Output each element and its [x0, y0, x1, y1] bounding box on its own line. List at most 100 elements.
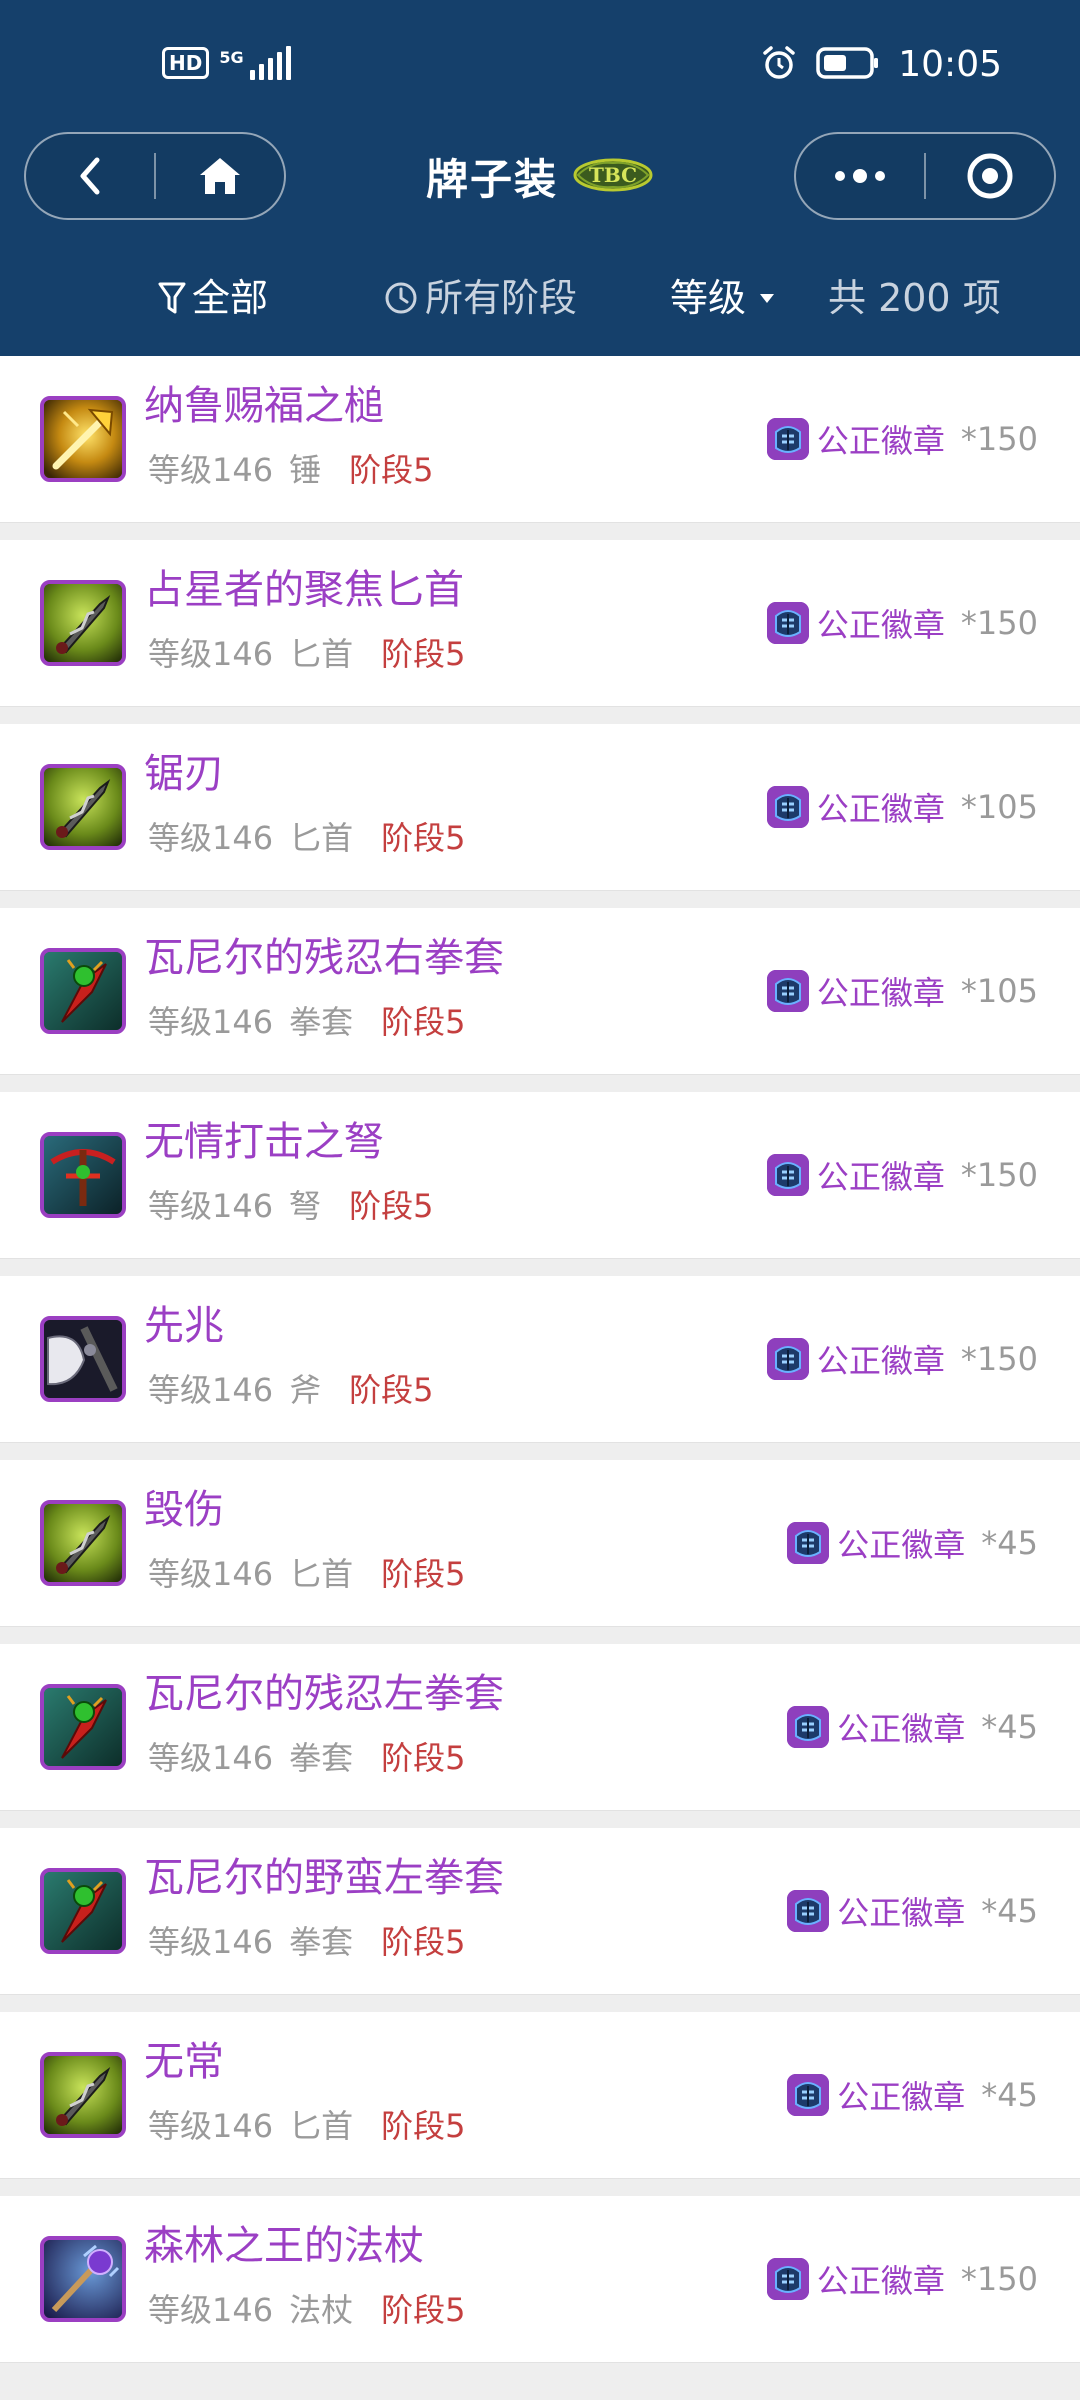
item-type: 拳套 [289, 1923, 354, 1961]
item-cost: 公正徽章 *45 [787, 1520, 1038, 1566]
item-cost: 公正徽章 *45 [787, 1888, 1038, 1934]
item-cost: 公正徽章 *150 [766, 2256, 1038, 2302]
list-item[interactable]: 纳鲁赐福之槌 等级146 锤阶段5 公正徽章 *150 [0, 356, 1080, 523]
sort-level-button[interactable]: 等级 [670, 262, 775, 334]
fist-weapon-icon [40, 1868, 126, 1954]
item-cost: 公正徽章 *150 [766, 600, 1038, 646]
item-level: 等级146 [148, 1923, 274, 1961]
item-stage: 阶段5 [349, 1371, 434, 1409]
item-list: 纳鲁赐福之槌 等级146 锤阶段5 公正徽章 *150 占星者的聚焦匕首 等级146 匕首 阶段… [0, 356, 1080, 2380]
currency-quantity: *150 [960, 2260, 1038, 2298]
item-stage: 阶段5 [349, 451, 434, 489]
list-item[interactable]: 占星者的聚焦匕首 等级146 匕首 阶段5 公正徽章 *150 [0, 540, 1080, 707]
item-stage: 阶段5 [381, 1923, 466, 1961]
signal-bars-icon [249, 46, 291, 80]
item-meta: 等级146 拳套 阶段5 [148, 1920, 465, 1964]
currency-quantity: *45 [981, 1524, 1038, 1562]
list-item[interactable]: 森林之王的法杖等级146 法杖 阶段5 公正徽章 *150 [0, 2196, 1080, 2363]
more-menu-button[interactable] [796, 134, 924, 218]
list-item[interactable]: 无情打击之弩 等级146 弩阶段5 公正徽章 *150 [0, 1092, 1080, 1259]
filter-all-button[interactable]: 全部 [158, 262, 268, 334]
list-item[interactable]: 无常等级146 匕首 阶段5 公正徽章 *45 [0, 2012, 1080, 2179]
list-item[interactable]: 瓦尼尔的残忍左拳套 等级146 拳套 阶段5 公正徽章 *45 [0, 1644, 1080, 1811]
item-meta: 等级146 锤阶段5 [148, 448, 433, 492]
item-level: 等级146 [148, 1003, 274, 1041]
justice-badge-icon [766, 1154, 809, 1196]
list-item[interactable]: 毁伤 等级146 匕首 阶段5 公正徽章 *45 [0, 1460, 1080, 1627]
currency-name: 公正徽章 [816, 2262, 945, 2300]
item-level: 等级146 [148, 1739, 274, 1777]
justice-badge-icon [766, 970, 809, 1012]
item-level: 等级146 [148, 635, 274, 673]
status-right: 10:05 [760, 44, 1002, 86]
item-type: 弩 [289, 1187, 322, 1225]
item-stage: 阶段5 [381, 635, 466, 673]
filter-all-label: 全部 [192, 276, 269, 320]
currency-name: 公正徽章 [816, 1158, 945, 1196]
justice-badge-icon [766, 418, 809, 460]
target-circle-icon [967, 153, 1013, 199]
item-type: 拳套 [289, 1003, 354, 1041]
item-name: 锯刃 [144, 751, 224, 797]
item-name: 瓦尼尔的残忍右拳套 [144, 935, 504, 981]
tbc-logo-icon: TBC [572, 155, 654, 199]
item-level: 等级146 [148, 1187, 274, 1225]
currency-name: 公正徽章 [837, 2078, 966, 2116]
item-cost: 公正徽章 *45 [787, 1704, 1038, 1750]
item-cost: 公正徽章 *150 [766, 1336, 1038, 1382]
mace-icon [40, 396, 126, 482]
filter-stage-button[interactable]: 所有阶段 [383, 262, 577, 334]
item-level: 等级146 [148, 1371, 274, 1409]
filter-funnel-icon [158, 282, 186, 314]
item-name: 占星者的聚焦匕首 [144, 567, 464, 613]
item-type: 拳套 [289, 1739, 354, 1777]
item-meta: 等级146 匕首 阶段5 [148, 1552, 465, 1596]
item-stage: 阶段5 [381, 1003, 466, 1041]
item-type: 匕首 [289, 2107, 354, 2145]
currency-quantity: *105 [960, 972, 1038, 1010]
item-stage: 阶段5 [381, 1739, 466, 1777]
item-stage: 阶段5 [349, 1187, 434, 1225]
list-item[interactable]: 瓦尼尔的野蛮左拳套等级146 拳套 阶段5 公正徽章 *45 [0, 1828, 1080, 1995]
fist-weapon-icon [40, 1684, 126, 1770]
item-name: 无情打击之弩 [144, 1119, 384, 1165]
currency-name: 公正徽章 [816, 422, 945, 460]
item-name: 森林之王的法杖 [144, 2223, 424, 2269]
item-name: 瓦尼尔的野蛮左拳套 [144, 1855, 504, 1901]
close-miniprogram-button[interactable] [926, 134, 1054, 218]
list-item[interactable]: 瓦尼尔的残忍右拳套 等级146 拳套 阶段5 公正徽章 *105 [0, 908, 1080, 1075]
item-cost: 公正徽章 *150 [766, 416, 1038, 462]
list-item[interactable]: 锯刃 等级146 匕首 阶段5 公正徽章 *105 [0, 724, 1080, 891]
justice-badge-icon [787, 1890, 830, 1932]
item-meta: 等级146 匕首 阶段5 [148, 2104, 465, 2148]
item-meta: 等级146 法杖 阶段5 [148, 2288, 465, 2332]
filter-stage-label: 所有阶段 [425, 276, 578, 320]
clock-icon [385, 282, 417, 314]
currency-quantity: *150 [960, 420, 1038, 458]
justice-badge-icon [787, 1706, 830, 1748]
item-type: 锤 [289, 451, 322, 489]
currency-quantity: *45 [981, 1708, 1038, 1746]
currency-quantity: *45 [981, 1892, 1038, 1930]
currency-quantity: *150 [960, 1340, 1038, 1378]
nav-capsule-right [794, 132, 1056, 220]
justice-badge-icon [766, 2258, 809, 2300]
item-name: 先兆 [144, 1303, 224, 1349]
currency-name: 公正徽章 [816, 606, 945, 644]
item-level: 等级146 [148, 819, 274, 857]
justice-badge-icon [787, 2074, 830, 2116]
page-title: 牌子装 [425, 155, 558, 204]
list-item[interactable]: 先兆等级146 斧阶段5 公正徽章 *150 [0, 1276, 1080, 1443]
currency-name: 公正徽章 [837, 1894, 966, 1932]
item-count: 共 200 项 [828, 262, 1001, 334]
more-dots-icon [835, 169, 885, 183]
item-cost: 公正徽章 *45 [787, 2072, 1038, 2118]
fist-weapon-icon [40, 948, 126, 1034]
item-name: 无常 [144, 2039, 224, 2085]
status-bar: HD 5G 10:05 [0, 0, 1080, 130]
dagger-icon [40, 1500, 126, 1586]
item-meta: 等级146 斧阶段5 [148, 1368, 433, 1412]
staff-icon [40, 2236, 126, 2322]
currency-name: 公正徽章 [816, 1342, 945, 1380]
item-type: 匕首 [289, 819, 354, 857]
